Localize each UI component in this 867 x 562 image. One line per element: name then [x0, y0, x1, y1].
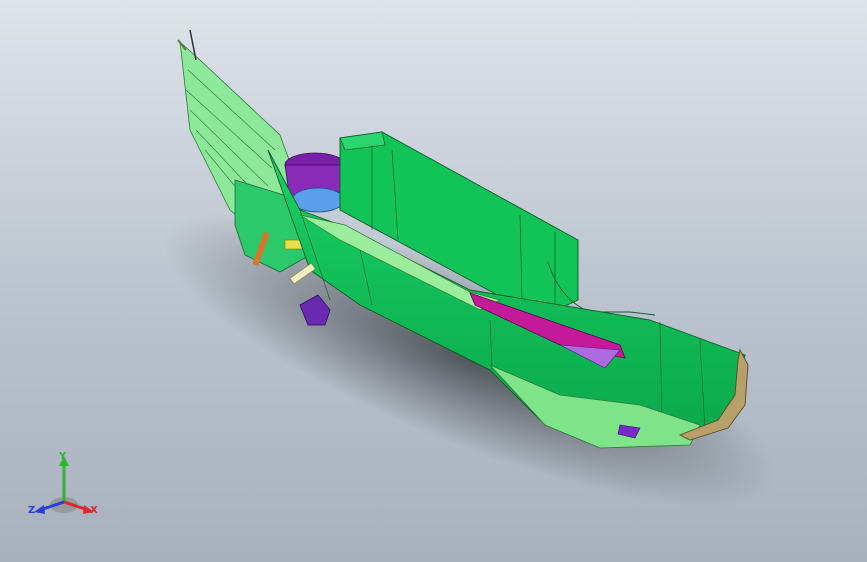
cad-viewport[interactable]: Y X Z — [0, 0, 867, 562]
cad-model-scene[interactable] — [0, 0, 867, 562]
y-axis-label: Y — [59, 451, 67, 462]
z-axis-label: Z — [28, 505, 36, 516]
z-axis-arrow — [34, 505, 45, 514]
x-axis-label: X — [90, 505, 98, 516]
